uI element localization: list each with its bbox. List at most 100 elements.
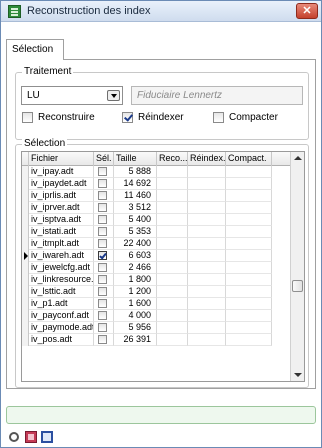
empty-cell xyxy=(188,202,226,214)
table-row[interactable]: iv_iprver.adt 3 512 xyxy=(22,202,290,214)
file-name-cell: iv_lsttic.adt xyxy=(29,286,94,298)
table-row[interactable]: iv_paymode.adt 5 956 xyxy=(22,322,290,334)
table-row[interactable]: iv_iprlis.adt 11 460 xyxy=(22,190,290,202)
book-icon[interactable] xyxy=(25,431,37,443)
row-select-checkbox[interactable] xyxy=(98,227,107,236)
table-row[interactable]: iv_ipay.adt 5 888 xyxy=(22,166,290,178)
table-row[interactable]: iv_ipaydet.adt 14 692 xyxy=(22,178,290,190)
table-row[interactable]: iv_isptva.adt 5 400 xyxy=(22,214,290,226)
row-select-checkbox[interactable] xyxy=(98,299,107,308)
empty-cell xyxy=(157,274,188,286)
empty-cell xyxy=(157,190,188,202)
tab-selection[interactable]: Sélection xyxy=(6,39,64,60)
row-select-checkbox[interactable] xyxy=(98,251,107,260)
file-name-cell: iv_isptva.adt xyxy=(29,214,94,226)
empty-cell xyxy=(226,250,272,262)
column-header-file[interactable]: Fichier xyxy=(29,152,94,166)
vertical-scrollbar[interactable] xyxy=(290,152,304,381)
window-icon[interactable] xyxy=(41,431,53,443)
status-bar xyxy=(6,406,316,424)
selected-cell xyxy=(94,262,114,274)
column-header-selected[interactable]: Sél. xyxy=(94,152,114,166)
treatment-group: Traitement xyxy=(15,66,309,140)
empty-cell xyxy=(226,166,272,178)
column-header-reindex[interactable]: Réindex. xyxy=(188,152,226,166)
empty-cell xyxy=(188,190,226,202)
table-row[interactable]: iv_istati.adt 5 353 xyxy=(22,226,290,238)
selected-cell xyxy=(94,250,114,262)
window-title: Reconstruction des index xyxy=(27,5,151,17)
table-row[interactable]: iv_iwareh.adt 6 603 xyxy=(22,250,290,262)
table-row[interactable]: iv_pos.adt 26 391 xyxy=(22,334,290,346)
empty-cell xyxy=(226,214,272,226)
files-grid[interactable]: Fichier Sél. Taille Reco... Réindex. Com… xyxy=(21,151,305,382)
row-indicator xyxy=(22,298,29,310)
empty-cell xyxy=(188,274,226,286)
row-select-checkbox[interactable] xyxy=(98,263,107,272)
size-cell: 2 466 xyxy=(114,262,157,274)
empty-cell xyxy=(157,250,188,262)
row-indicator xyxy=(22,226,29,238)
selected-cell xyxy=(94,202,114,214)
empty-cell xyxy=(226,310,272,322)
empty-cell xyxy=(226,226,272,238)
table-row[interactable]: iv_jewelcfg.adt 2 466 xyxy=(22,262,290,274)
row-select-checkbox[interactable] xyxy=(98,179,107,188)
language-select[interactable]: LU xyxy=(21,86,123,105)
scroll-down-icon[interactable] xyxy=(294,373,302,377)
table-row[interactable]: iv_lsttic.adt 1 200 xyxy=(22,286,290,298)
scroll-up-icon[interactable] xyxy=(294,156,302,160)
compacter-checkbox[interactable] xyxy=(213,112,224,123)
file-name-cell: iv_iwareh.adt xyxy=(29,250,94,262)
row-indicator xyxy=(22,274,29,286)
row-indicator xyxy=(22,238,29,250)
row-select-checkbox[interactable] xyxy=(98,275,107,284)
row-select-checkbox[interactable] xyxy=(98,203,107,212)
title-bar: Reconstruction des index ✕ xyxy=(1,1,321,22)
row-select-checkbox[interactable] xyxy=(98,287,107,296)
language-select-value: LU xyxy=(27,90,40,101)
row-select-checkbox[interactable] xyxy=(98,167,107,176)
row-indicator xyxy=(22,250,29,262)
row-indicator xyxy=(22,166,29,178)
size-cell: 1 800 xyxy=(114,274,157,286)
table-row[interactable]: iv_itmplt.adt 22 400 xyxy=(22,238,290,250)
file-name-cell: iv_istati.adt xyxy=(29,226,94,238)
size-cell: 22 400 xyxy=(114,238,157,250)
empty-cell xyxy=(157,166,188,178)
table-row[interactable]: iv_payconf.adt 4 000 xyxy=(22,310,290,322)
size-cell: 5 956 xyxy=(114,322,157,334)
reconstruire-checkbox[interactable] xyxy=(22,112,33,123)
file-name-cell: iv_paymode.adt xyxy=(29,322,94,334)
row-select-checkbox[interactable] xyxy=(98,311,107,320)
table-row[interactable]: iv_p1.adt 1 600 xyxy=(22,298,290,310)
scroll-thumb[interactable] xyxy=(292,280,303,292)
column-header-reconstruire[interactable]: Reco... xyxy=(157,152,188,166)
chevron-down-icon[interactable] xyxy=(107,90,120,101)
selected-cell xyxy=(94,166,114,178)
file-name-cell: iv_itmplt.adt xyxy=(29,238,94,250)
reindexer-checkbox[interactable] xyxy=(122,112,133,123)
row-select-checkbox[interactable] xyxy=(98,323,107,332)
row-indicator xyxy=(22,202,29,214)
column-header-compact[interactable]: Compact. xyxy=(226,152,272,166)
row-select-checkbox[interactable] xyxy=(98,335,107,344)
empty-cell xyxy=(226,322,272,334)
empty-cell xyxy=(157,238,188,250)
selected-cell xyxy=(94,334,114,346)
empty-cell xyxy=(226,334,272,346)
reindexer-label: Réindexer xyxy=(138,112,184,123)
row-select-checkbox[interactable] xyxy=(98,191,107,200)
client-name-field: Fiduciaire Lennertz xyxy=(131,86,303,105)
row-select-checkbox[interactable] xyxy=(98,239,107,248)
close-button[interactable]: ✕ xyxy=(296,3,318,19)
file-name-cell: iv_ipaydet.adt xyxy=(29,178,94,190)
tools-icon[interactable] xyxy=(9,432,19,442)
empty-cell xyxy=(188,322,226,334)
row-select-checkbox[interactable] xyxy=(98,215,107,224)
column-header-size[interactable]: Taille xyxy=(114,152,157,166)
file-name-cell: iv_payconf.adt xyxy=(29,310,94,322)
table-row[interactable]: iv_linkresource.a 1 800 xyxy=(22,274,290,286)
selected-cell xyxy=(94,322,114,334)
empty-cell xyxy=(188,250,226,262)
